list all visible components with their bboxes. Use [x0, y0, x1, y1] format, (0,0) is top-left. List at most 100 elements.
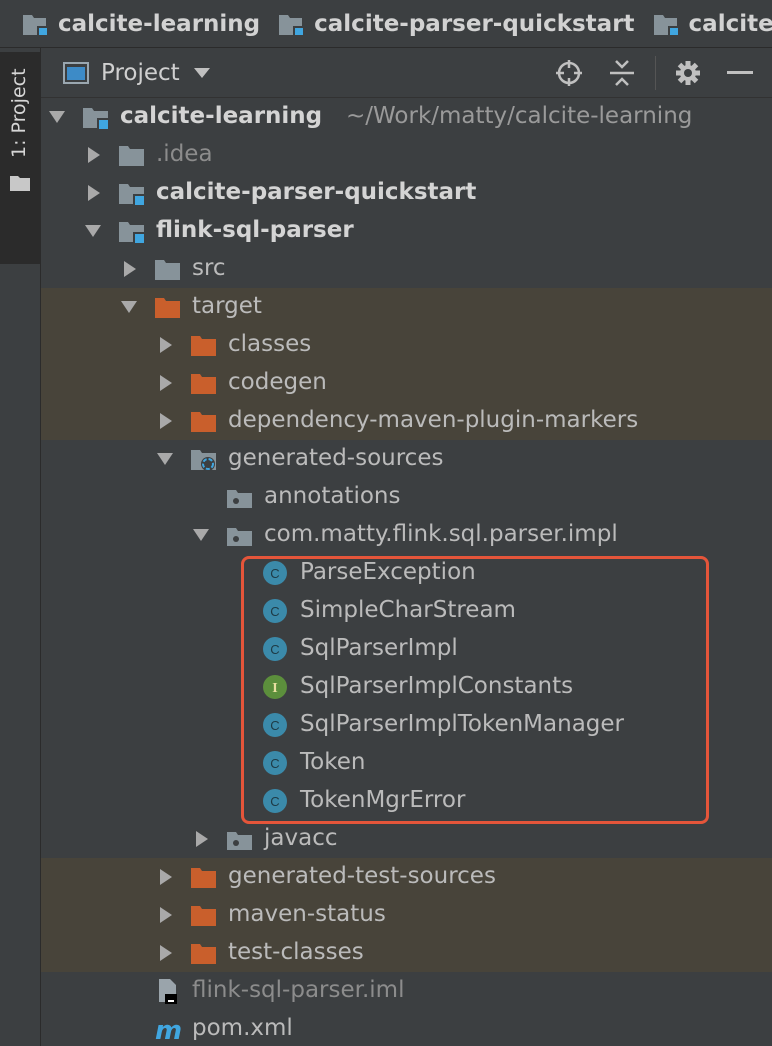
- excluded-folder-icon: [191, 906, 216, 926]
- tree-node[interactable]: C SqlParserImpl: [41, 630, 772, 668]
- breadcrumb-label: calcite-: [688, 10, 772, 37]
- expand-arrow-down-icon[interactable]: [121, 299, 137, 315]
- tree-node-label: dependency-maven-plugin-markers: [228, 407, 639, 433]
- svg-text:C: C: [270, 566, 279, 581]
- tree-node-label: com.matty.flink.sql.parser.impl: [264, 521, 618, 547]
- tree-node-label: TokenMgrError: [300, 787, 466, 813]
- tree-node-label: calcite-learning: [120, 103, 323, 129]
- tree-node-label: flink-sql-parser: [156, 217, 354, 243]
- tree-node-label: codegen: [228, 369, 327, 395]
- svg-text:C: C: [270, 642, 279, 657]
- expand-arrow-right-icon[interactable]: [121, 261, 137, 277]
- tree-node[interactable]: classes: [41, 326, 772, 364]
- tree-node[interactable]: C TokenMgrError: [41, 782, 772, 820]
- folder-icon: [10, 176, 30, 191]
- module-folder-icon: [119, 222, 145, 244]
- expand-arrow-right-icon[interactable]: [157, 907, 173, 923]
- project-window-icon: [63, 61, 89, 84]
- tree-node-label: flink-sql-parser.iml: [192, 977, 405, 1003]
- tree-node[interactable]: flink-sql-parser: [41, 212, 772, 250]
- chevron-down-icon[interactable]: [193, 67, 210, 78]
- expand-arrow-down-icon[interactable]: [85, 223, 101, 239]
- tree-node[interactable]: codegen: [41, 364, 772, 402]
- tree-node[interactable]: annotations: [41, 478, 772, 516]
- expand-arrow-right-icon[interactable]: [85, 147, 101, 163]
- locate-file-button[interactable]: [553, 57, 585, 89]
- module-folder-icon: [83, 108, 109, 130]
- tree-node[interactable]: dependency-maven-plugin-markers: [41, 402, 772, 440]
- class-icon: C: [263, 713, 287, 737]
- interface-icon: I: [263, 675, 287, 699]
- expand-arrow-down-icon[interactable]: [193, 527, 209, 543]
- module-folder-icon: [23, 14, 48, 36]
- folder-icon: [119, 146, 144, 166]
- svg-text:C: C: [270, 604, 279, 619]
- class-icon: C: [263, 789, 287, 813]
- settings-button[interactable]: [672, 57, 704, 89]
- tree-node[interactable]: generated-test-sources: [41, 858, 772, 896]
- breadcrumb-item-truncated[interactable]: calcite-: [653, 0, 772, 47]
- crosshair-icon: [556, 60, 582, 86]
- svg-text:C: C: [270, 794, 279, 809]
- project-tool-tab[interactable]: 1: Project: [0, 52, 40, 264]
- tree-node[interactable]: .idea: [41, 136, 772, 174]
- tree-node[interactable]: target: [41, 288, 772, 326]
- expand-arrow-right-icon[interactable]: [85, 185, 101, 201]
- expand-arrow-down-icon[interactable]: [49, 109, 65, 125]
- tree-node-label: SqlParserImplTokenManager: [300, 711, 624, 737]
- expand-arrow-right-icon[interactable]: [157, 413, 173, 429]
- tree-node[interactable]: m pom.xml: [41, 1010, 772, 1046]
- tree-node-label: javacc: [264, 825, 338, 851]
- expand-arrow-right-icon[interactable]: [157, 337, 173, 353]
- tree-node[interactable]: C ParseException: [41, 554, 772, 592]
- hide-panel-button[interactable]: [724, 57, 756, 89]
- tree-node[interactable]: C SqlParserImplTokenManager: [41, 706, 772, 744]
- excluded-folder-icon: [191, 374, 216, 394]
- tree-node[interactable]: calcite-learning ~/Work/matty/calcite-lea…: [41, 98, 772, 136]
- expand-arrow-right-icon[interactable]: [157, 869, 173, 885]
- expand-arrow-right-icon[interactable]: [157, 375, 173, 391]
- tree-node[interactable]: maven-status: [41, 896, 772, 934]
- tree-node[interactable]: javacc: [41, 820, 772, 858]
- tree-node[interactable]: com.matty.flink.sql.parser.impl: [41, 516, 772, 554]
- gear-icon: [676, 61, 700, 85]
- tree-node[interactable]: test-classes: [41, 934, 772, 972]
- class-icon: C: [263, 751, 287, 775]
- svg-text:C: C: [270, 756, 279, 771]
- tree-node-label: annotations: [264, 483, 401, 509]
- excluded-folder-icon: [191, 412, 216, 432]
- breadcrumb-item-calcite-learning[interactable]: calcite-learning: [22, 0, 261, 47]
- module-folder-icon: [279, 14, 305, 36]
- excluded-folder-icon: [191, 944, 216, 964]
- tree-node[interactable]: generated-sources: [41, 440, 772, 478]
- expand-arrow-right-icon[interactable]: [193, 831, 209, 847]
- excluded-folder-icon: [155, 298, 180, 318]
- tree-node-label: generated-sources: [228, 445, 444, 471]
- breadcrumb-item-calcite-parser-quickstart[interactable]: calcite-parser-quickstart: [278, 0, 635, 47]
- left-tool-window-strip: 1: Project: [0, 48, 41, 1046]
- project-view-selector[interactable]: Project: [101, 60, 180, 86]
- tree-node-label: maven-status: [228, 901, 386, 927]
- class-icon: C: [263, 561, 287, 585]
- tree-node[interactable]: flink-sql-parser.iml: [41, 972, 772, 1010]
- svg-text:m: m: [155, 1016, 182, 1042]
- package-icon: [227, 832, 252, 850]
- navigation-breadcrumb: calcite-learning calcite-parser-quicksta…: [0, 0, 772, 48]
- tree-node-label: SimpleCharStream: [300, 597, 516, 623]
- project-tree: calcite-learning ~/Work/matty/calcite-lea…: [41, 98, 772, 1046]
- expand-arrow-right-icon[interactable]: [157, 945, 173, 961]
- package-icon: [227, 490, 252, 508]
- tree-node[interactable]: I SqlParserImplConstants: [41, 668, 772, 706]
- project-tool-tab-label: 1: Project: [8, 68, 30, 158]
- collapse-all-button[interactable]: [606, 57, 638, 89]
- breadcrumb-label: calcite-parser-quickstart: [314, 10, 635, 37]
- breadcrumb-label: calcite-learning: [58, 10, 261, 37]
- tree-node[interactable]: C Token: [41, 744, 772, 782]
- tree-node[interactable]: C SimpleCharStream: [41, 592, 772, 630]
- tree-node-label: test-classes: [228, 939, 364, 965]
- tree-node[interactable]: src: [41, 250, 772, 288]
- tree-node-label: generated-test-sources: [228, 863, 496, 889]
- expand-arrow-down-icon[interactable]: [157, 451, 173, 467]
- excluded-folder-icon: [191, 868, 216, 888]
- tree-node[interactable]: calcite-parser-quickstart: [41, 174, 772, 212]
